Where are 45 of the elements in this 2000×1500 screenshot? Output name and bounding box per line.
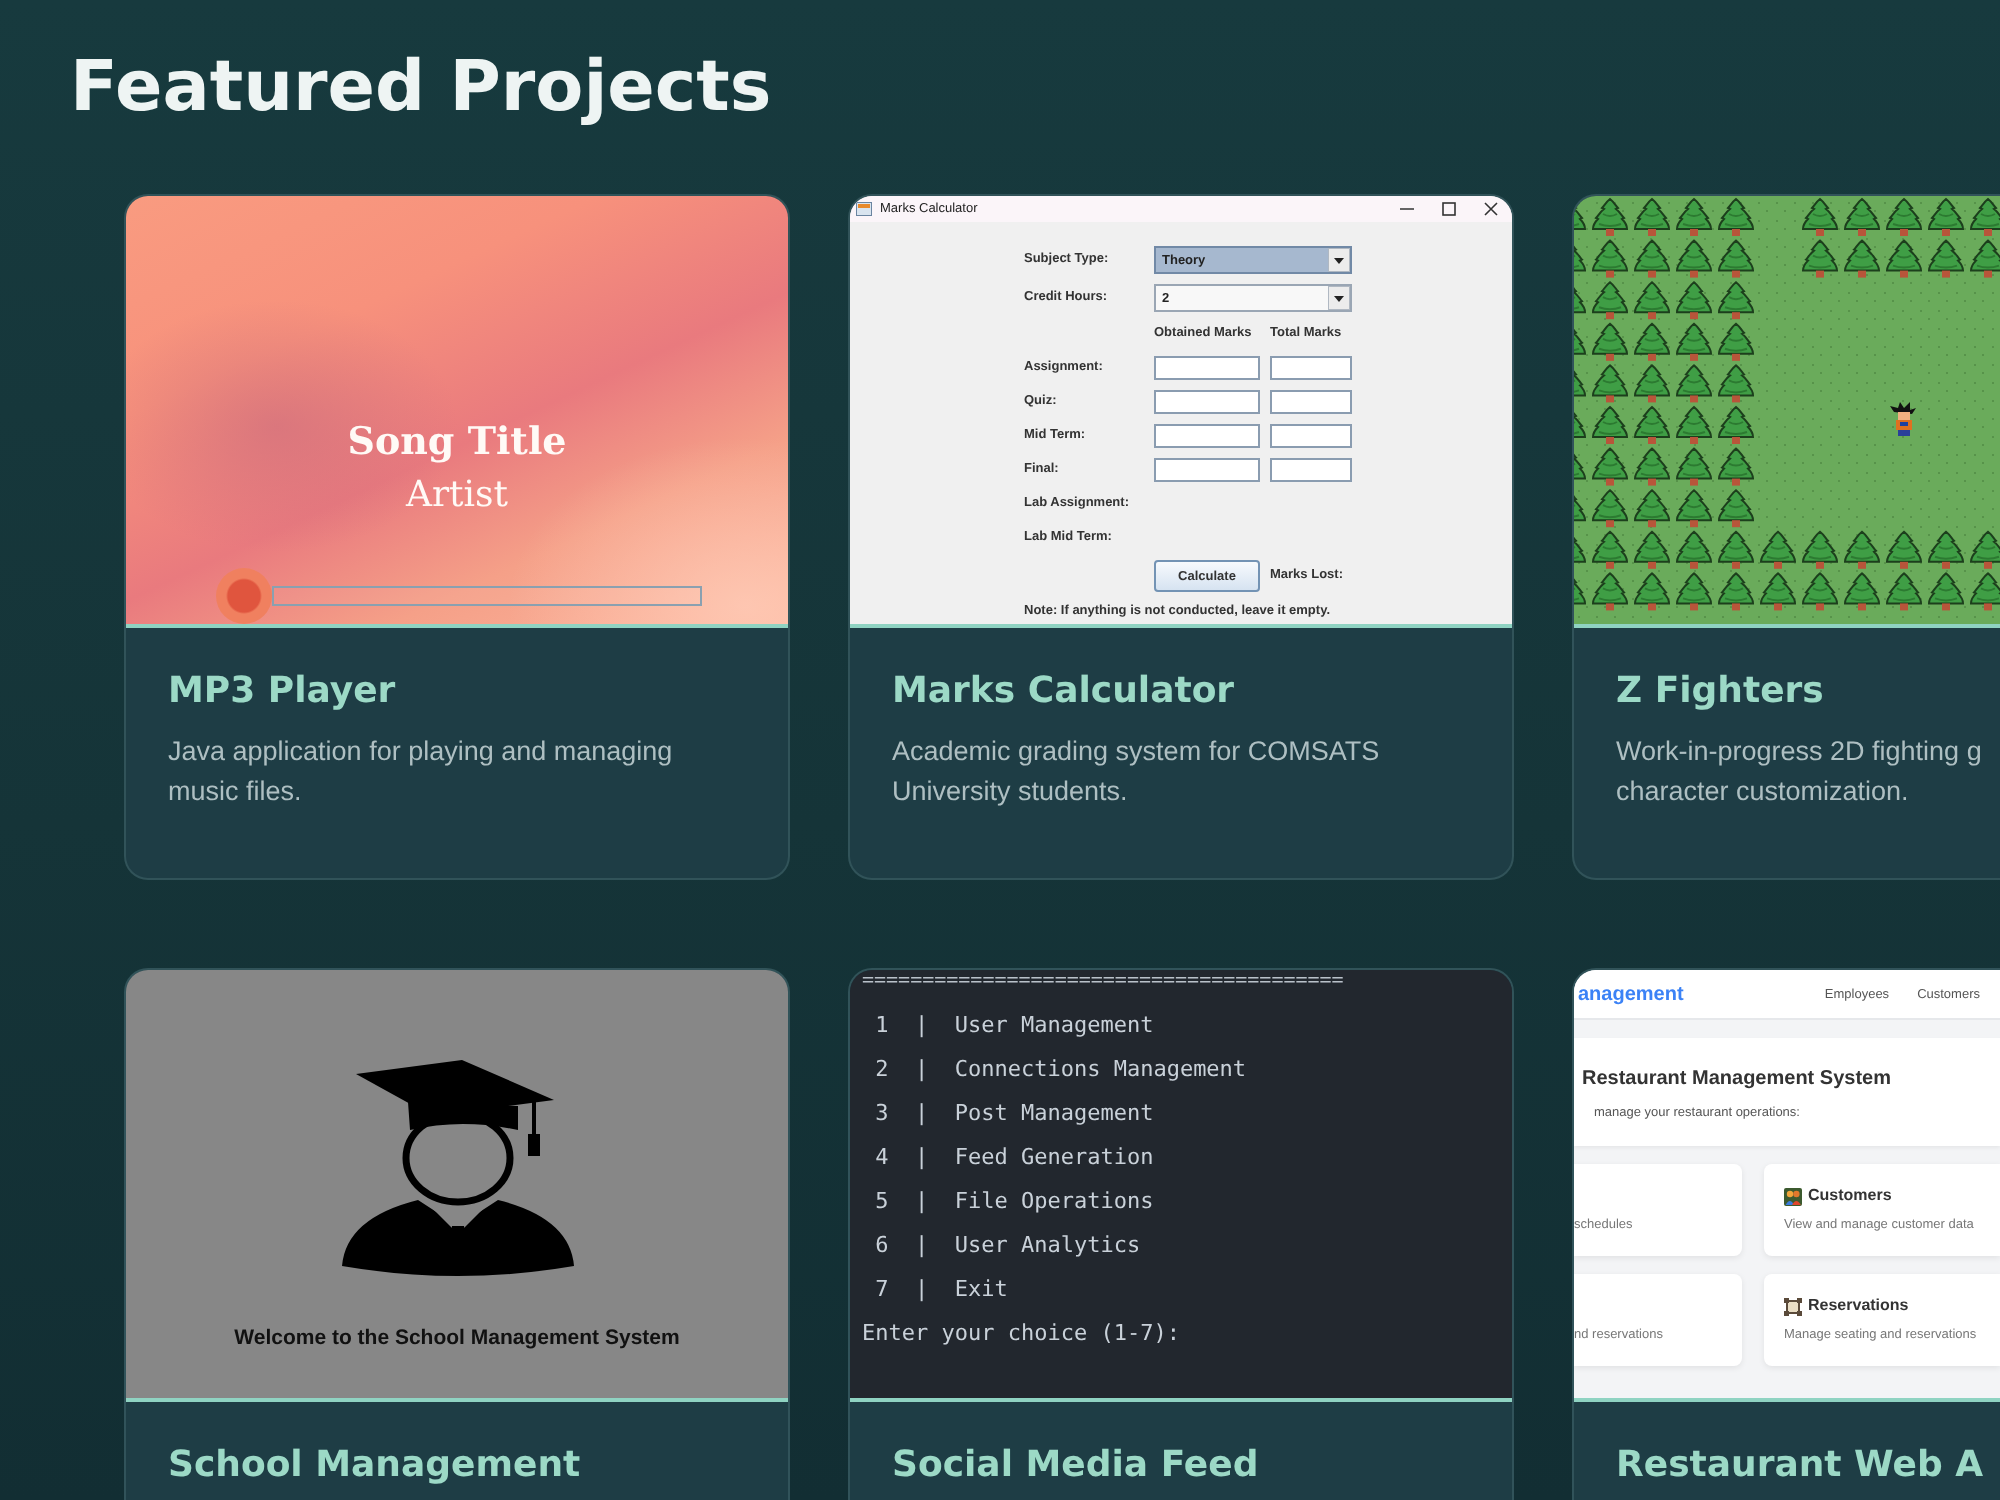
project-title: Marks Calculator — [892, 668, 1235, 716]
project-title: School Management — [168, 1442, 581, 1490]
minimize-icon[interactable] — [1400, 202, 1414, 216]
caret-icon — [1328, 248, 1350, 272]
project-title: MP3 Player — [168, 668, 396, 716]
terminal-line: Enter your choice (1-7): — [862, 1318, 1180, 1350]
input-field[interactable] — [1270, 356, 1352, 380]
input-field[interactable] — [1154, 458, 1260, 482]
input-field[interactable] — [1154, 356, 1260, 380]
input-field[interactable] — [1270, 424, 1352, 448]
input-field[interactable] — [1154, 424, 1260, 448]
artist-name: Artist — [405, 472, 509, 520]
terminal-line: 7 | Exit — [873, 1274, 1008, 1306]
frame-icon — [1784, 1297, 1802, 1315]
terminal-line: 4 | Feed Generation — [873, 1142, 1154, 1174]
project-title: Restaurant Web A — [1616, 1442, 1984, 1490]
welcome-heading: Restaurant Management System — [1582, 1066, 1891, 1092]
project-title: Z Fighters — [1616, 668, 1824, 716]
progress-track[interactable] — [216, 568, 702, 624]
project-description: Academic grading system for COMSATS University students. — [892, 734, 1380, 810]
terminal-line: 3 | Post Management — [873, 1098, 1154, 1130]
input-field[interactable] — [1154, 390, 1260, 414]
maximize-icon[interactable] — [1442, 202, 1456, 216]
feature-title: Customers — [1808, 1186, 1892, 1206]
feature-title: Reservations — [1808, 1296, 1909, 1316]
page-title: Featured Projects — [70, 46, 772, 132]
project-description: Work-in-progress 2D fighting g character customization. — [1616, 734, 1982, 809]
project-title: Social Media Feed — [892, 1442, 1259, 1490]
song-title: Song Title — [347, 418, 567, 466]
graduate-icon — [341, 1058, 573, 1278]
welcome-text: Welcome to the School Management System — [234, 1324, 680, 1352]
close-icon[interactable] — [1484, 202, 1498, 216]
terminal-line: ======================================== — [862, 970, 1344, 994]
slider-thumb[interactable] — [216, 568, 272, 624]
input-field[interactable] — [1270, 390, 1352, 414]
app-icon — [856, 202, 872, 216]
terminal-line: 2 | Connections Management — [873, 1054, 1247, 1086]
brand-name[interactable]: anagement — [1578, 983, 1684, 1005]
terminal-line: 5 | File Operations — [873, 1186, 1154, 1218]
input-field[interactable] — [1270, 458, 1352, 482]
terminal-line: 6 | User Analytics — [873, 1230, 1141, 1262]
project-description: Java application for playing and managing music files. — [168, 734, 673, 809]
caret-icon — [1328, 286, 1350, 310]
people-icon — [1784, 1187, 1802, 1205]
terminal-line: 1 | User Management — [873, 1010, 1154, 1042]
